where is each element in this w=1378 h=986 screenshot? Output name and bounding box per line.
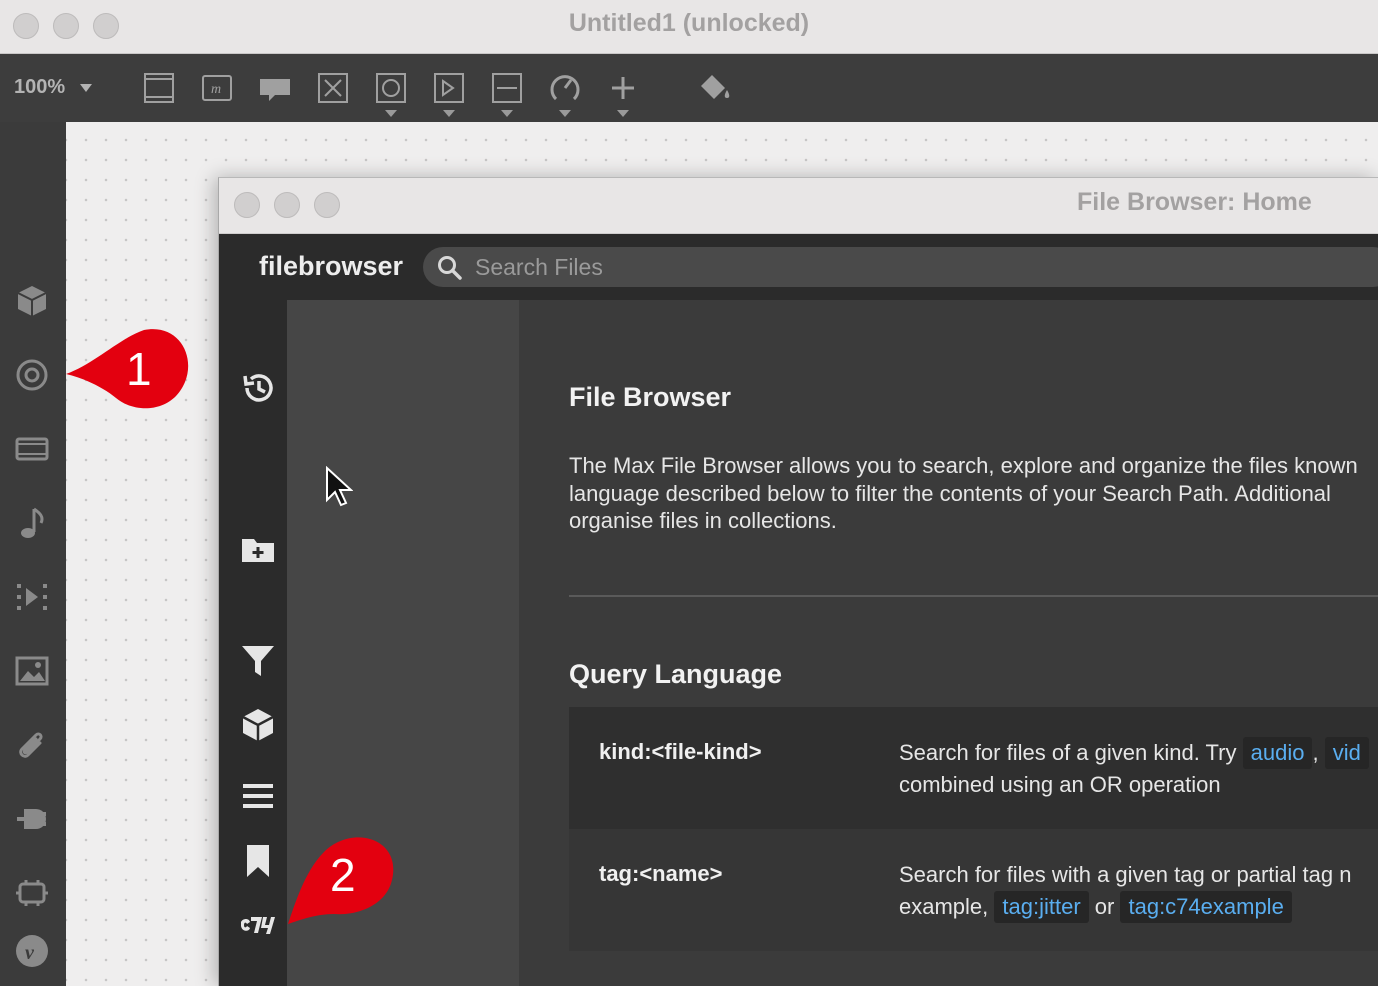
vimeo-icon[interactable]: v xyxy=(14,933,50,969)
query-example-link[interactable]: tag:c74example xyxy=(1120,891,1292,923)
search-input[interactable] xyxy=(475,247,1355,287)
panel-icon[interactable] xyxy=(141,70,177,106)
dial-icon[interactable] xyxy=(547,70,583,117)
query-example-link[interactable]: tag:jitter xyxy=(994,891,1089,923)
brand-label: filebrowser xyxy=(259,251,404,281)
query-example-link[interactable]: vid xyxy=(1324,737,1369,769)
description-text: example, xyxy=(899,894,989,919)
query-description-line: example, tag:jitter or tag:c74example xyxy=(899,891,1378,923)
query-description-line: Search for files of a given kind. Try au… xyxy=(899,737,1378,769)
zoom-window-button[interactable] xyxy=(314,192,340,218)
description-text: or xyxy=(1094,894,1115,919)
search-box[interactable] xyxy=(423,247,1378,287)
image-icon[interactable] xyxy=(14,653,50,689)
intro-line: The Max File Browser allows you to searc… xyxy=(569,453,1358,478)
zoom-dropdown-caret[interactable] xyxy=(80,84,92,92)
music-note-icon[interactable] xyxy=(14,505,50,541)
file-browser-content: File Browser The Max File Browser allows… xyxy=(519,300,1378,986)
section-divider xyxy=(569,595,1378,597)
paperclip-icon[interactable] xyxy=(14,727,50,763)
chevron-down-icon[interactable] xyxy=(443,110,455,117)
svg-text:m: m xyxy=(211,82,221,97)
mouse-cursor-icon xyxy=(326,466,353,507)
query-description-line: Search for files with a given tag or par… xyxy=(899,862,1352,887)
close-window-button[interactable] xyxy=(234,192,260,218)
description-text: Search for files of a given kind. Try xyxy=(899,740,1237,765)
new-folder-icon[interactable] xyxy=(239,530,277,568)
window-titlebar: Untitled1 (unlocked) xyxy=(0,0,1378,54)
file-browser-title: File Browser: Home xyxy=(1077,188,1312,216)
message-icon[interactable]: m xyxy=(199,70,235,106)
hardware-icon[interactable] xyxy=(14,875,50,911)
section-heading: Query Language xyxy=(569,659,783,689)
target-icon[interactable] xyxy=(14,357,50,393)
package-icon[interactable] xyxy=(239,706,277,744)
query-row: kind:<file-kind> Search for files of a g… xyxy=(569,707,1378,829)
toggle-icon[interactable] xyxy=(315,70,351,106)
minimize-window-button[interactable] xyxy=(274,192,300,218)
plug-icon[interactable] xyxy=(14,801,50,837)
intro-paragraph: The Max File Browser allows you to searc… xyxy=(569,452,1378,535)
video-icon[interactable] xyxy=(14,579,50,615)
slider-icon[interactable] xyxy=(489,70,525,117)
chevron-down-icon[interactable] xyxy=(617,110,629,117)
query-description: Search for files of a given kind. Try au… xyxy=(899,737,1378,801)
list-icon[interactable] xyxy=(239,777,277,815)
comment-icon[interactable] xyxy=(257,70,293,106)
query-description: Search for files with a given tag or par… xyxy=(899,859,1378,923)
filter-icon[interactable] xyxy=(239,642,277,680)
callout-marker-1: 1 xyxy=(64,328,190,410)
bookmark-icon[interactable] xyxy=(239,842,277,880)
file-browser-titlebar: File Browser: Home xyxy=(219,178,1378,234)
chevron-down-icon[interactable] xyxy=(501,110,513,117)
patcher-toolbar: 100% m xyxy=(0,54,1378,122)
separator-text: , xyxy=(1312,740,1319,765)
callout-number: 2 xyxy=(330,849,356,901)
page-title: File Browser xyxy=(569,382,732,412)
intro-line: language described below to filter the c… xyxy=(569,480,1331,506)
query-example-link[interactable]: audio xyxy=(1242,737,1313,769)
add-icon[interactable] xyxy=(605,70,641,117)
query-row: tag:<name> Search for files with a given… xyxy=(569,829,1378,951)
left-sidebar: v xyxy=(0,122,66,986)
history-icon[interactable] xyxy=(239,369,277,407)
query-key: tag:<name> xyxy=(599,861,723,886)
callout-marker-2: 2 xyxy=(286,830,394,926)
file-browser-header: filebrowser xyxy=(219,234,1378,300)
query-description-line: combined using an OR operation xyxy=(899,772,1221,797)
c74-logo-icon[interactable] xyxy=(239,906,277,944)
file-browser-icon-rail xyxy=(219,300,287,986)
svg-text:v: v xyxy=(25,942,35,964)
package-icon[interactable] xyxy=(14,283,50,319)
search-icon xyxy=(438,256,462,280)
zoom-level[interactable]: 100% xyxy=(14,76,65,99)
chevron-down-icon[interactable] xyxy=(559,110,571,117)
number-icon[interactable] xyxy=(431,70,467,117)
callout-number: 1 xyxy=(126,343,152,395)
chevron-down-icon[interactable] xyxy=(385,110,397,117)
query-key: kind:<file-kind> xyxy=(599,739,762,764)
intro-line: organise files in collections. xyxy=(569,508,837,533)
film-icon[interactable] xyxy=(14,431,50,467)
paint-bucket-icon[interactable] xyxy=(697,70,733,106)
window-title: Untitled1 (unlocked) xyxy=(568,9,810,37)
button-icon[interactable] xyxy=(373,70,409,117)
